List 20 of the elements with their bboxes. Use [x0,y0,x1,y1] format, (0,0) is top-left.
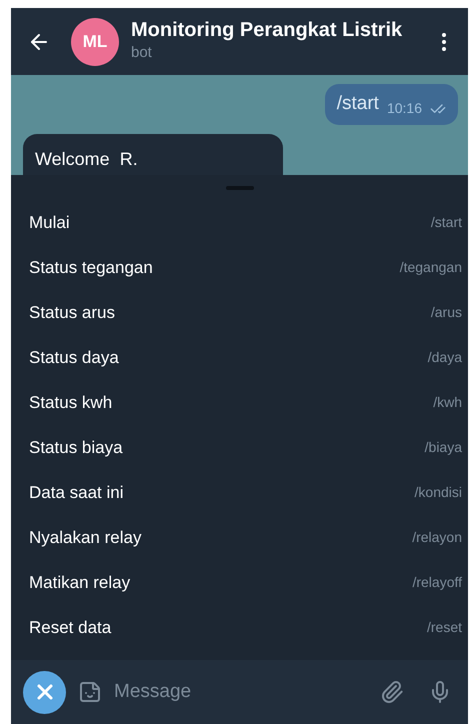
command-item[interactable]: Matikan relay /relayoff [11,560,468,605]
command-item[interactable]: Nyalakan relay /relayon [11,515,468,560]
command-item[interactable]: Reset data /reset [11,605,468,650]
message-text: /start [336,92,379,116]
attach-icon[interactable] [380,680,404,704]
command-item[interactable]: Status tegangan /tegangan [11,245,468,290]
avatar: ML [71,18,119,66]
command-item[interactable]: Data saat ini /kondisi [11,470,468,515]
command-item[interactable]: Status biaya /biaya [11,425,468,470]
close-button[interactable] [23,670,66,714]
chat-subtitle: bot [131,43,153,64]
command-item[interactable]: Mulai /start [11,200,468,245]
chat-title: Monitoring Perangkat Listrik [131,18,404,42]
command-item[interactable]: Status arus /arus [11,290,468,335]
message-input[interactable]: Message [114,678,380,706]
command-item[interactable]: Status kwh /kwh [11,380,468,425]
message-time: 10:16 [386,98,422,118]
sticker-icon[interactable] [78,680,102,704]
message-text: Welcome R. [35,148,138,168]
command-item[interactable]: Status daya /daya [11,335,468,380]
